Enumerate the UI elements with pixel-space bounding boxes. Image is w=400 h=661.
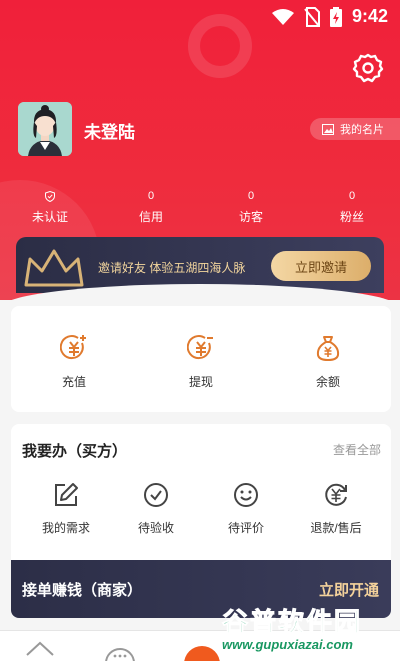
avatar-image — [18, 102, 72, 156]
recharge-icon — [59, 335, 86, 360]
site-watermark: 谷普软件园 www.gupuxiazai.com — [222, 602, 400, 658]
stat-fans[interactable]: 0 粉丝 — [322, 188, 382, 225]
check-circle-icon — [144, 483, 168, 507]
my-requests-button[interactable]: 我的需求 — [26, 482, 106, 536]
shield-icon — [20, 188, 80, 204]
pending-acceptance-label: 待验收 — [137, 521, 174, 535]
home-icon[interactable] — [24, 641, 56, 661]
my-card-button[interactable]: 我的名片 — [310, 118, 400, 140]
invite-text: 邀请好友 体验五湖四海人脉 — [98, 261, 246, 275]
buyer-tasks-card: 我要办（买方） 查看全部 我的需求 待验收 待评价 退款/售后 — [11, 424, 391, 560]
invite-now-button[interactable]: 立即邀请 — [271, 251, 371, 281]
stat-credit-label: 信用 — [138, 210, 163, 224]
edit-icon — [55, 483, 78, 506]
battery-icon — [329, 6, 342, 27]
watermark-url: www.gupuxiazai.com — [222, 637, 353, 652]
stat-visitors-value: 0 — [247, 190, 255, 202]
withdraw-icon — [186, 335, 213, 360]
avatar[interactable] — [18, 102, 72, 156]
settings-button[interactable] — [352, 52, 384, 84]
wallet-card: 充值 提现 余额 — [11, 306, 391, 412]
buyer-tasks-title: 我要办（买方） — [22, 443, 128, 460]
publish-button[interactable] — [184, 646, 220, 661]
watermark-title: 谷普软件园 — [222, 607, 363, 638]
stat-fans-value: 0 — [348, 190, 356, 202]
merchant-title: 接单赚钱（商家） — [22, 582, 143, 599]
pending-review-label: 待评价 — [227, 521, 264, 535]
stat-visitors-label: 访客 — [238, 210, 263, 224]
pending-review-button[interactable]: 待评价 — [206, 482, 286, 536]
view-all-link[interactable]: 查看全部 — [333, 441, 381, 458]
stat-visitors[interactable]: 0 访客 — [221, 188, 281, 225]
recharge-label: 充值 — [61, 375, 86, 389]
refund-button[interactable]: 退款/售后 — [296, 482, 376, 536]
stat-verify[interactable]: 未认证 — [20, 188, 80, 225]
status-time: 9:42 — [351, 6, 388, 26]
stat-credit[interactable]: 0 信用 — [121, 188, 181, 225]
no-sim-icon — [304, 6, 320, 27]
username[interactable]: 未登陆 — [84, 118, 135, 143]
smile-icon — [234, 483, 258, 507]
balance-label: 余额 — [315, 375, 340, 389]
my-card-label: 我的名片 — [340, 124, 384, 136]
money-bag-icon — [316, 336, 340, 362]
crown-icon — [24, 249, 84, 287]
balance-button[interactable]: 余额 — [288, 334, 368, 390]
stat-fans-label: 粉丝 — [339, 210, 364, 224]
wifi-icon — [271, 8, 294, 25]
status-bar: 9:42 — [0, 0, 400, 34]
open-now-button[interactable]: 立即开通 — [319, 579, 379, 600]
stat-credit-value: 0 — [147, 190, 155, 202]
stat-verify-label: 未认证 — [31, 210, 68, 224]
withdraw-label: 提现 — [188, 375, 213, 389]
withdraw-button[interactable]: 提现 — [161, 334, 241, 390]
recharge-button[interactable]: 充值 — [34, 334, 114, 390]
gear-icon — [352, 53, 384, 83]
refund-icon — [325, 483, 347, 506]
refund-label: 退款/售后 — [310, 521, 362, 535]
pending-acceptance-button[interactable]: 待验收 — [116, 482, 196, 536]
my-requests-label: 我的需求 — [41, 521, 90, 535]
message-icon[interactable] — [104, 641, 136, 661]
image-icon — [322, 123, 334, 135]
